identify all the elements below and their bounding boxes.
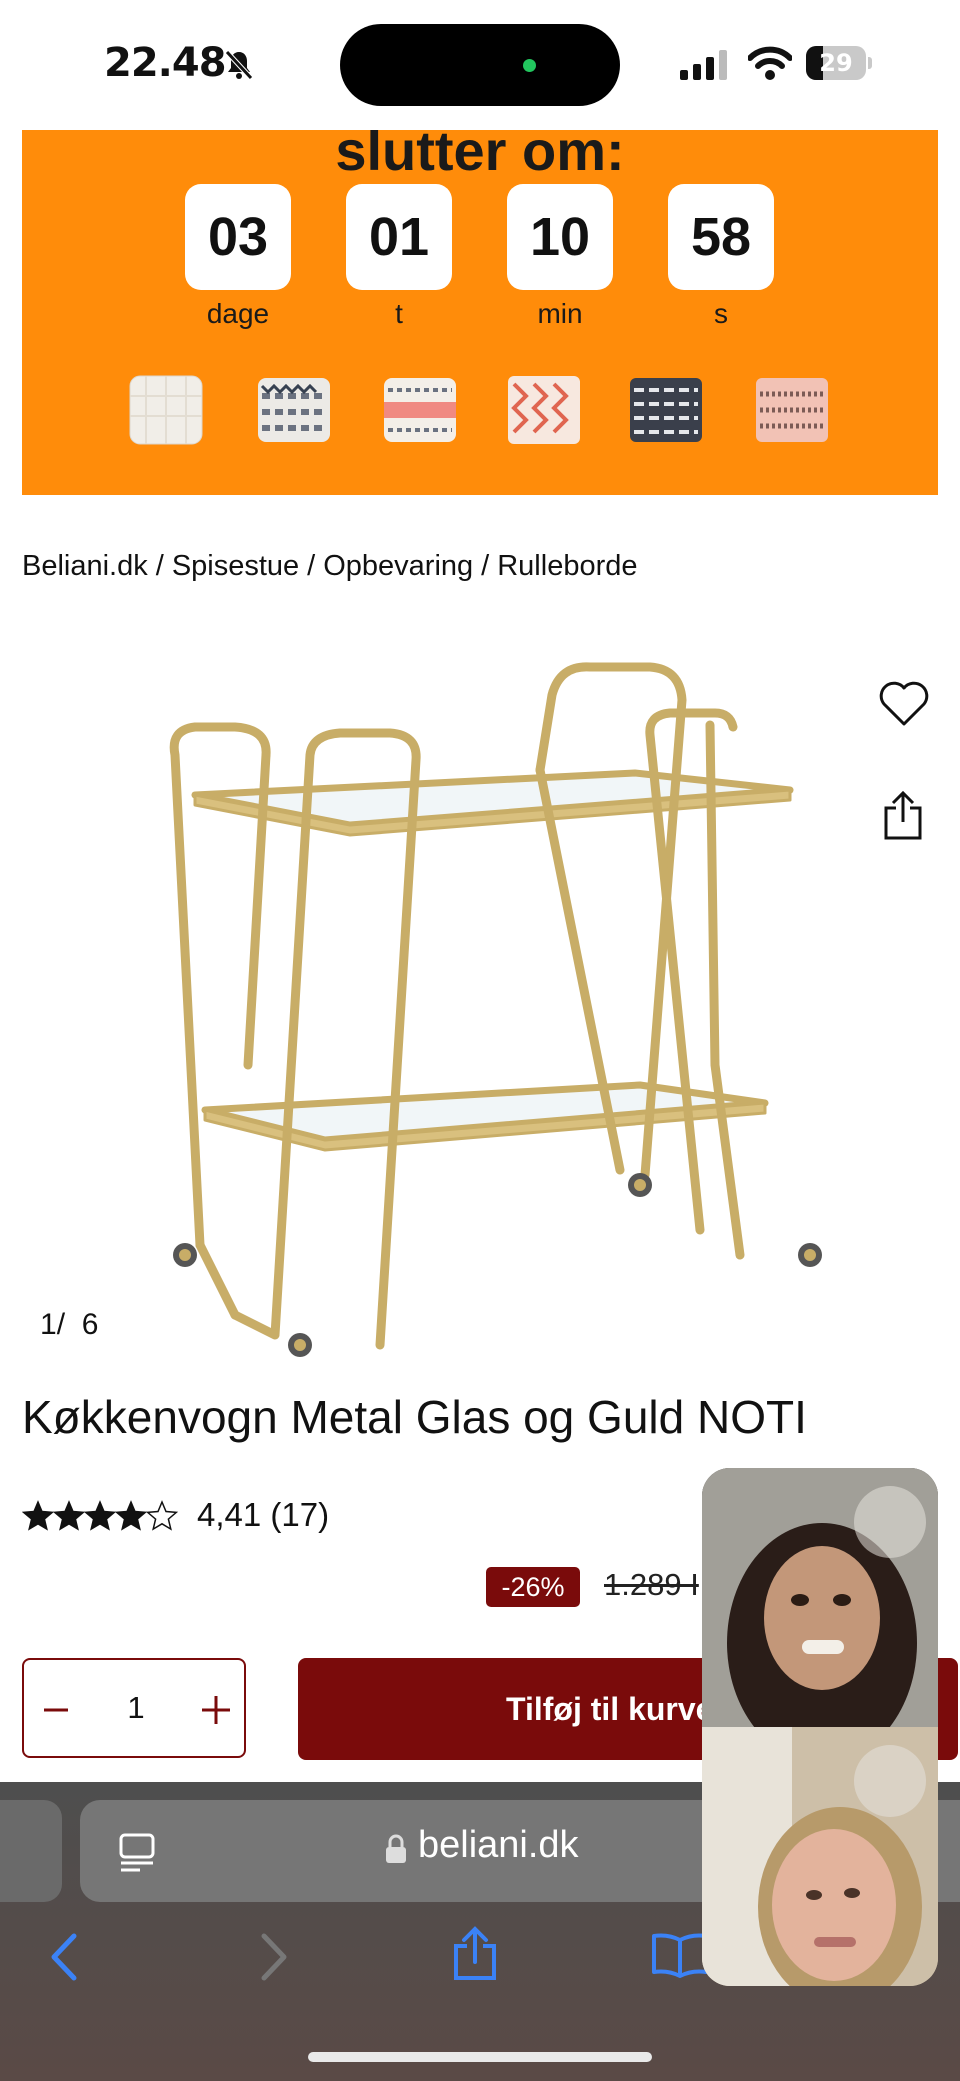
bookmarks-icon[interactable] <box>650 1932 710 1978</box>
cellular-signal-icon <box>680 50 727 80</box>
star-filled-icon <box>83 1500 117 1531</box>
breadcrumb-separator: / <box>481 550 490 582</box>
product-title: Køkkenvogn Metal Glas og Guld NOTI <box>22 1391 807 1443</box>
image-counter-separator: / <box>56 1308 66 1341</box>
breadcrumb-separator: / <box>155 550 164 582</box>
rating-stars <box>22 1500 179 1531</box>
banner-title: slutter om: <box>335 130 625 182</box>
countdown-days-box: 03 <box>185 184 291 290</box>
breadcrumb-separator: / <box>307 550 316 582</box>
breadcrumb-spisestue-link[interactable]: Spisestue <box>172 550 299 582</box>
pillow-image-2 <box>258 378 330 442</box>
audio-level-icon[interactable] <box>854 1745 926 1817</box>
product-image-kitchen-trolley[interactable] <box>140 655 840 1365</box>
star-filled-icon <box>114 1500 148 1531</box>
sale-countdown-banner[interactable]: slutter om: 03 dage 01 t 10 min 58 s <box>22 130 938 495</box>
home-indicator[interactable] <box>308 2052 652 2062</box>
pillow-image-5 <box>630 378 702 442</box>
heart-icon[interactable] <box>878 680 930 728</box>
plus-icon[interactable] <box>196 1690 236 1730</box>
battery-percent: 29 <box>819 49 853 77</box>
battery-indicator: 29 <box>806 46 872 80</box>
url-text: beliani.dk <box>418 1824 579 1866</box>
lock-icon <box>386 1834 406 1863</box>
image-counter: 1/ 6 <box>40 1308 98 1342</box>
rating-text: 4,41 (17) <box>197 1496 330 1533</box>
previous-tab-preview[interactable] <box>0 1800 62 1902</box>
battery-tip <box>868 57 872 69</box>
discount-badge: -26% <box>486 1567 580 1607</box>
countdown-minutes-box: 10 <box>507 184 613 290</box>
star-filled-icon <box>52 1500 86 1531</box>
facetime-video-call-overlay[interactable] <box>702 1468 938 1986</box>
pillow-image-3 <box>384 378 456 442</box>
quantity-value[interactable]: 1 <box>106 1660 166 1756</box>
minus-icon[interactable] <box>36 1690 76 1730</box>
forward-arrow-icon[interactable] <box>256 1932 292 1982</box>
page-menu-icon[interactable] <box>118 1832 156 1872</box>
breadcrumb-rulleborde-link[interactable]: Rulleborde <box>497 550 637 582</box>
video-tile-participant-2[interactable] <box>702 1727 938 1986</box>
breadcrumb-opbevaring-link[interactable]: Opbevaring <box>323 550 473 582</box>
countdown-seconds-label: s <box>714 298 728 329</box>
breadcrumb-home-link[interactable]: Beliani.dk <box>22 550 148 582</box>
video-tile-participant-1[interactable] <box>702 1468 938 1727</box>
quantity-stepper: 1 <box>22 1658 246 1758</box>
share-icon[interactable] <box>452 1926 498 1982</box>
audio-level-icon[interactable] <box>854 1486 926 1558</box>
star-empty-icon <box>145 1500 179 1531</box>
countdown-hours-label: t <box>395 298 403 329</box>
star-filled-icon <box>22 1500 55 1531</box>
status-bar: 22.48 29 <box>0 0 960 130</box>
breadcrumb: Beliani.dk / Spisestue / Opbevaring / Rullebor… <box>22 550 638 583</box>
battery-body: 29 <box>806 46 866 80</box>
dynamic-island <box>340 24 620 106</box>
countdown-minutes-label: min <box>537 298 583 329</box>
pillow-image-4 <box>508 376 580 444</box>
countdown-hours-box: 01 <box>346 184 452 290</box>
share-icon[interactable] <box>882 790 924 840</box>
old-price: 1.289 I <box>604 1567 699 1602</box>
camera-active-indicator <box>523 59 536 72</box>
image-counter-current: 1 <box>40 1308 57 1341</box>
bell-muted-icon <box>225 50 253 80</box>
countdown-days-label: dage <box>206 298 270 329</box>
countdown-seconds-box: 58 <box>668 184 774 290</box>
pillow-image-1 <box>129 375 203 445</box>
wifi-icon <box>748 46 792 80</box>
back-arrow-icon[interactable] <box>46 1932 82 1982</box>
pillow-image-6 <box>756 378 828 442</box>
status-time: 22.48 <box>104 40 227 86</box>
image-counter-total: 6 <box>81 1308 99 1341</box>
